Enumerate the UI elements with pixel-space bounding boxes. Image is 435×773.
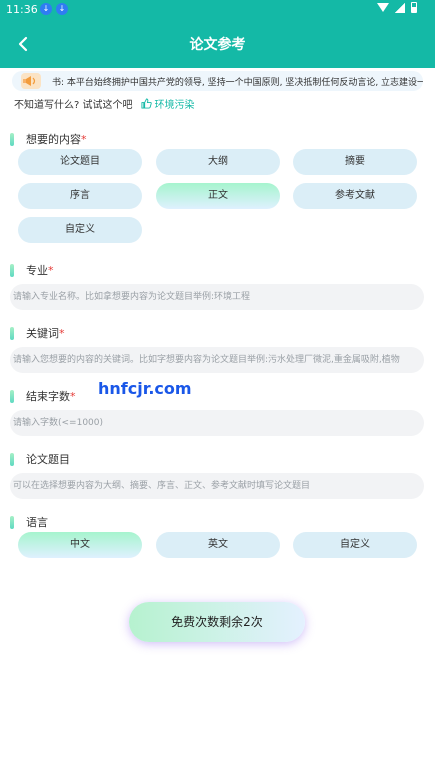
keywords-label: 关键词 *: [10, 325, 65, 341]
megaphone-icon: [21, 73, 41, 89]
chip-language-custom[interactable]: 自定义: [293, 532, 417, 558]
suggestion-link[interactable]: 环境污染: [140, 96, 195, 111]
major-label: 专业 *: [10, 262, 54, 278]
watermark: hnfcjr.com: [98, 379, 192, 398]
page-title: 论文参考: [189, 37, 246, 53]
paper-title-label-text: 论文题目: [26, 453, 70, 466]
submit-button[interactable]: 免费次数剩余2次: [129, 602, 305, 642]
label-marker: [10, 132, 14, 146]
required-mark: *: [48, 263, 54, 277]
content-type-label-text: 想要的内容: [26, 133, 81, 146]
chip-custom[interactable]: 自定义: [18, 217, 142, 243]
download-icon: ↓: [56, 3, 68, 15]
wifi-icon: [377, 3, 389, 12]
label-marker: [10, 263, 14, 277]
paper-title-input[interactable]: 可以在选择想要内容为大纲、摘要、序言、正文、参考文献时填写论文题目: [10, 473, 424, 499]
chip-preface[interactable]: 序言: [18, 183, 142, 209]
chip-english[interactable]: 英文: [156, 532, 280, 558]
required-mark: *: [59, 326, 65, 340]
major-label-text: 专业: [26, 264, 48, 277]
hint-question: 不知道写什么? 试试这个吧: [14, 100, 133, 111]
chip-body-selected[interactable]: 正文: [156, 183, 280, 209]
major-input[interactable]: 请输入专业名称。比如拿想要内容为论文题目举例:环境工程: [10, 284, 424, 310]
thumb-icon: [140, 98, 152, 109]
chip-abstract[interactable]: 摘要: [293, 149, 417, 175]
notice-text: 书: 本平台始终拥护中国共产党的领导, 坚持一个中国原则, 坚决抵制任何反动言论…: [52, 78, 423, 88]
label-marker: [10, 515, 14, 529]
hint-row: 不知道写什么? 试试这个吧 环境污染: [14, 96, 195, 111]
label-marker: [10, 389, 14, 403]
label-marker: [10, 326, 14, 340]
required-mark: *: [70, 389, 76, 403]
label-marker: [10, 452, 14, 466]
keywords-label-text: 关键词: [26, 327, 59, 340]
language-label-text: 语言: [26, 516, 48, 529]
keywords-input[interactable]: 请输入您想要的内容的关键词。比如字想要内容为论文题目举例:污水处理厂微泥,重金属…: [10, 347, 424, 373]
status-bar: 11:36 ↓ ↓: [0, 0, 435, 20]
nav-bar: 论文参考: [0, 20, 435, 68]
chip-references[interactable]: 参考文献: [293, 183, 417, 209]
suggestion-text: 环境污染: [154, 100, 195, 111]
content-type-label: 想要的内容 *: [10, 131, 87, 147]
word-count-label-text: 结束字数: [26, 390, 70, 403]
required-mark: *: [81, 132, 87, 146]
word-count-label: 结束字数 *: [10, 388, 76, 404]
notice-banner: 书: 本平台始终拥护中国共产党的领导, 坚持一个中国原则, 坚决抵制任何反动言论…: [12, 71, 423, 91]
signal-icon: [395, 2, 405, 13]
word-count-input[interactable]: 请输入字数(<=1000): [10, 410, 424, 436]
chip-paper-title[interactable]: 论文题目: [18, 149, 142, 175]
paper-title-label: 论文题目: [10, 451, 70, 467]
status-icons: [377, 2, 417, 13]
chip-chinese-selected[interactable]: 中文: [18, 532, 142, 558]
battery-icon: [411, 2, 417, 13]
language-label: 语言: [10, 514, 48, 530]
download-icon: ↓: [40, 3, 52, 15]
chip-outline[interactable]: 大纲: [156, 149, 280, 175]
status-time: 11:36: [6, 3, 38, 16]
